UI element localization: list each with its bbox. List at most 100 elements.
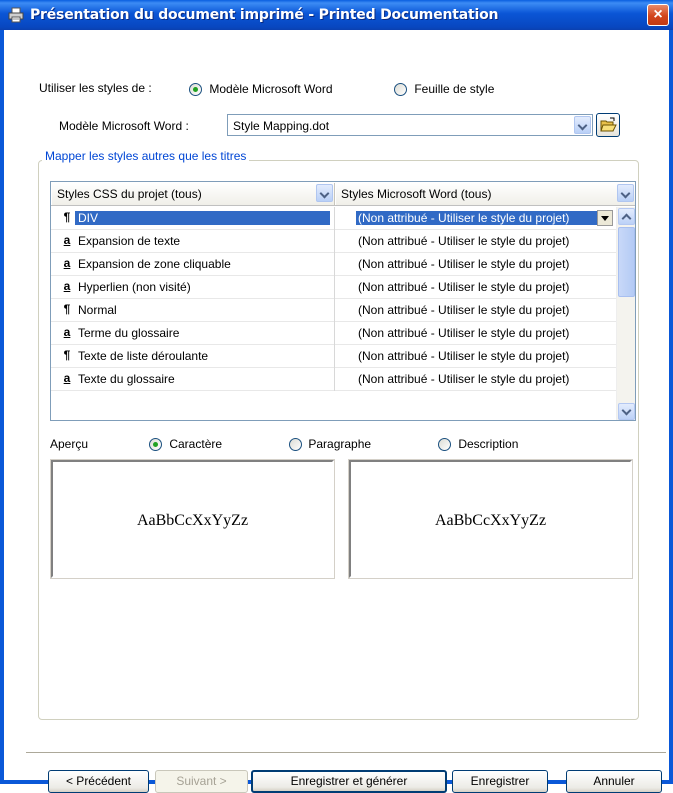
radio-indicator[interactable] xyxy=(394,83,407,97)
radio-stylesheet-label: Feuille de style xyxy=(414,82,495,96)
word-style-value: (Non attribué - Utiliser le style du pro… xyxy=(358,303,570,317)
mapping-group-label: Mapper les styles autres que les titres xyxy=(42,149,250,163)
table-row[interactable]: a Expansion de texte (Non attribué - Uti… xyxy=(51,230,617,253)
chevron-down-icon[interactable] xyxy=(574,116,591,134)
word-style-value: (Non attribué - Utiliser le style du pro… xyxy=(358,280,570,294)
css-style-name: Normal xyxy=(78,303,117,317)
save-and-generate-button[interactable]: Enregistrer et générer xyxy=(251,770,447,793)
dialog-window: Présentation du document imprimé - Print… xyxy=(0,0,673,793)
css-style-name: Texte de liste déroulante xyxy=(78,349,209,363)
css-style-cell[interactable]: a Terme du glossaire xyxy=(51,322,335,345)
word-preview-sample: AaBbCcXxYyZz xyxy=(434,512,547,529)
radio-paragraph-label: Paragraphe xyxy=(308,437,372,451)
word-style-cell[interactable]: (Non attribué - Utiliser le style du pro… xyxy=(336,253,617,276)
word-style-cell[interactable]: (Non attribué - Utiliser le style du pro… xyxy=(336,230,617,253)
character-style-icon: a xyxy=(63,233,71,247)
dropdown-arrow-icon[interactable] xyxy=(597,210,613,226)
radio-indicator[interactable] xyxy=(189,83,202,97)
word-style-cell[interactable]: (Non attribué - Utiliser le style du pro… xyxy=(336,345,617,368)
word-template-value: Style Mapping.dot xyxy=(233,119,330,133)
paragraph-style-icon: ¶ xyxy=(63,348,71,362)
css-style-cell[interactable]: a Expansion de zone cliquable xyxy=(51,253,335,276)
css-style-cell[interactable]: ¶ Normal xyxy=(51,299,335,322)
css-preview-box: AaBbCcXxYyZz xyxy=(50,459,335,579)
css-style-cell[interactable]: ¶ Texte de liste déroulante xyxy=(51,345,335,368)
right-filter-value: Styles Microsoft Word (tous) xyxy=(341,187,492,201)
right-filter-select[interactable]: Styles Microsoft Word (tous) xyxy=(336,183,635,205)
word-template-select[interactable]: Style Mapping.dot xyxy=(227,114,593,136)
table-row[interactable]: ¶ DIV (Non attribué - Utiliser le style … xyxy=(51,207,617,230)
css-style-name: Expansion de zone cliquable xyxy=(78,257,231,271)
word-style-value: (Non attribué - Utiliser le style du pro… xyxy=(358,372,570,386)
css-style-name: Texte du glossaire xyxy=(78,372,175,386)
radio-paragraph[interactable]: Paragraphe xyxy=(289,437,372,452)
word-style-value: (Non attribué - Utiliser le style du pro… xyxy=(358,257,570,271)
radio-character-label: Caractère xyxy=(169,437,223,451)
table-row[interactable]: a Hyperlien (non visité) (Non attribué -… xyxy=(51,276,617,299)
left-filter-select[interactable]: Styles CSS du projet (tous) xyxy=(52,183,335,205)
browse-template-button[interactable] xyxy=(596,113,620,137)
preview-label: Aperçu xyxy=(50,437,89,451)
left-filter-value: Styles CSS du projet (tous) xyxy=(57,187,202,201)
word-style-value: (Non attribué - Utiliser le style du pro… xyxy=(358,349,570,363)
word-preview-box: AaBbCcXxYyZz xyxy=(348,459,633,579)
radio-indicator[interactable] xyxy=(289,438,302,452)
css-style-name: Terme du glossaire xyxy=(78,326,180,340)
radio-character[interactable]: Caractère xyxy=(149,437,223,452)
css-style-name: Expansion de texte xyxy=(78,234,181,248)
css-style-name: Hyperlien (non visité) xyxy=(78,280,191,294)
word-style-cell[interactable]: (Non attribué - Utiliser le style du pro… xyxy=(336,368,617,391)
scroll-down-icon[interactable] xyxy=(618,403,635,420)
css-preview-sample: AaBbCcXxYyZz xyxy=(136,512,249,529)
word-style-cell[interactable]: (Non attribué - Utiliser le style du pro… xyxy=(336,299,617,322)
radio-description[interactable]: Description xyxy=(438,437,519,452)
word-style-cell[interactable]: (Non attribué - Utiliser le style du pro… xyxy=(336,276,617,299)
dialog-client-area: Utiliser les styles de : Modèle Microsof… xyxy=(4,30,669,793)
printer-icon xyxy=(8,7,24,23)
table-row[interactable]: ¶ Normal (Non attribué - Utiliser le sty… xyxy=(51,299,617,322)
window-title: Présentation du document imprimé - Print… xyxy=(30,7,499,23)
paragraph-style-icon: ¶ xyxy=(63,302,71,316)
chevron-down-icon[interactable] xyxy=(617,184,634,202)
save-button[interactable]: Enregistrer xyxy=(452,770,548,793)
radio-indicator[interactable] xyxy=(438,438,451,452)
cancel-button[interactable]: Annuler xyxy=(566,770,662,793)
word-template-label: Modèle Microsoft Word : xyxy=(59,119,189,133)
word-style-value: (Non attribué - Utiliser le style du pro… xyxy=(356,211,597,225)
chevron-down-icon[interactable] xyxy=(316,184,333,202)
css-style-cell[interactable]: ¶ DIV xyxy=(51,207,335,230)
title-bar[interactable]: Présentation du document imprimé - Print… xyxy=(0,0,673,30)
close-button[interactable]: × xyxy=(647,4,669,26)
radio-description-label: Description xyxy=(458,437,519,451)
word-style-value: (Non attribué - Utiliser le style du pro… xyxy=(358,234,570,248)
table-row[interactable]: a Expansion de zone cliquable (Non attri… xyxy=(51,253,617,276)
word-style-cell[interactable]: (Non attribué - Utiliser le style du pro… xyxy=(336,207,617,230)
radio-stylesheet[interactable]: Feuille de style xyxy=(394,82,495,97)
css-style-cell[interactable]: a Hyperlien (non visité) xyxy=(51,276,335,299)
table-row[interactable]: a Terme du glossaire (Non attribué - Uti… xyxy=(51,322,617,345)
table-header: Styles CSS du projet (tous) Styles Micro… xyxy=(51,182,635,206)
vertical-scrollbar[interactable] xyxy=(616,207,635,420)
next-button[interactable]: Suivant > xyxy=(155,770,248,793)
css-style-cell[interactable]: a Expansion de texte xyxy=(51,230,335,253)
word-style-value: (Non attribué - Utiliser le style du pro… xyxy=(358,326,570,340)
open-folder-icon xyxy=(600,117,617,136)
scroll-thumb[interactable] xyxy=(618,227,635,297)
previous-button[interactable]: < Précédent xyxy=(48,770,149,793)
table-row[interactable]: a Texte du glossaire (Non attribué - Uti… xyxy=(51,368,617,391)
radio-word-template[interactable]: Modèle Microsoft Word xyxy=(189,82,333,97)
style-mapping-table[interactable]: Styles CSS du projet (tous) Styles Micro… xyxy=(50,181,636,421)
styles-source-label: Utiliser les styles de : xyxy=(39,81,152,95)
close-icon: × xyxy=(653,6,663,23)
css-style-cell[interactable]: a Texte du glossaire xyxy=(51,368,335,391)
radio-word-template-label: Modèle Microsoft Word xyxy=(209,82,333,96)
css-style-name: DIV xyxy=(75,211,330,225)
table-row[interactable]: ¶ Texte de liste déroulante (Non attribu… xyxy=(51,345,617,368)
footer-divider xyxy=(26,752,666,754)
character-style-icon: a xyxy=(63,256,71,270)
word-style-cell[interactable]: (Non attribué - Utiliser le style du pro… xyxy=(336,322,617,345)
character-style-icon: a xyxy=(63,325,71,339)
radio-indicator[interactable] xyxy=(149,438,162,452)
scroll-up-icon[interactable] xyxy=(618,208,635,225)
character-style-icon: a xyxy=(63,279,71,293)
